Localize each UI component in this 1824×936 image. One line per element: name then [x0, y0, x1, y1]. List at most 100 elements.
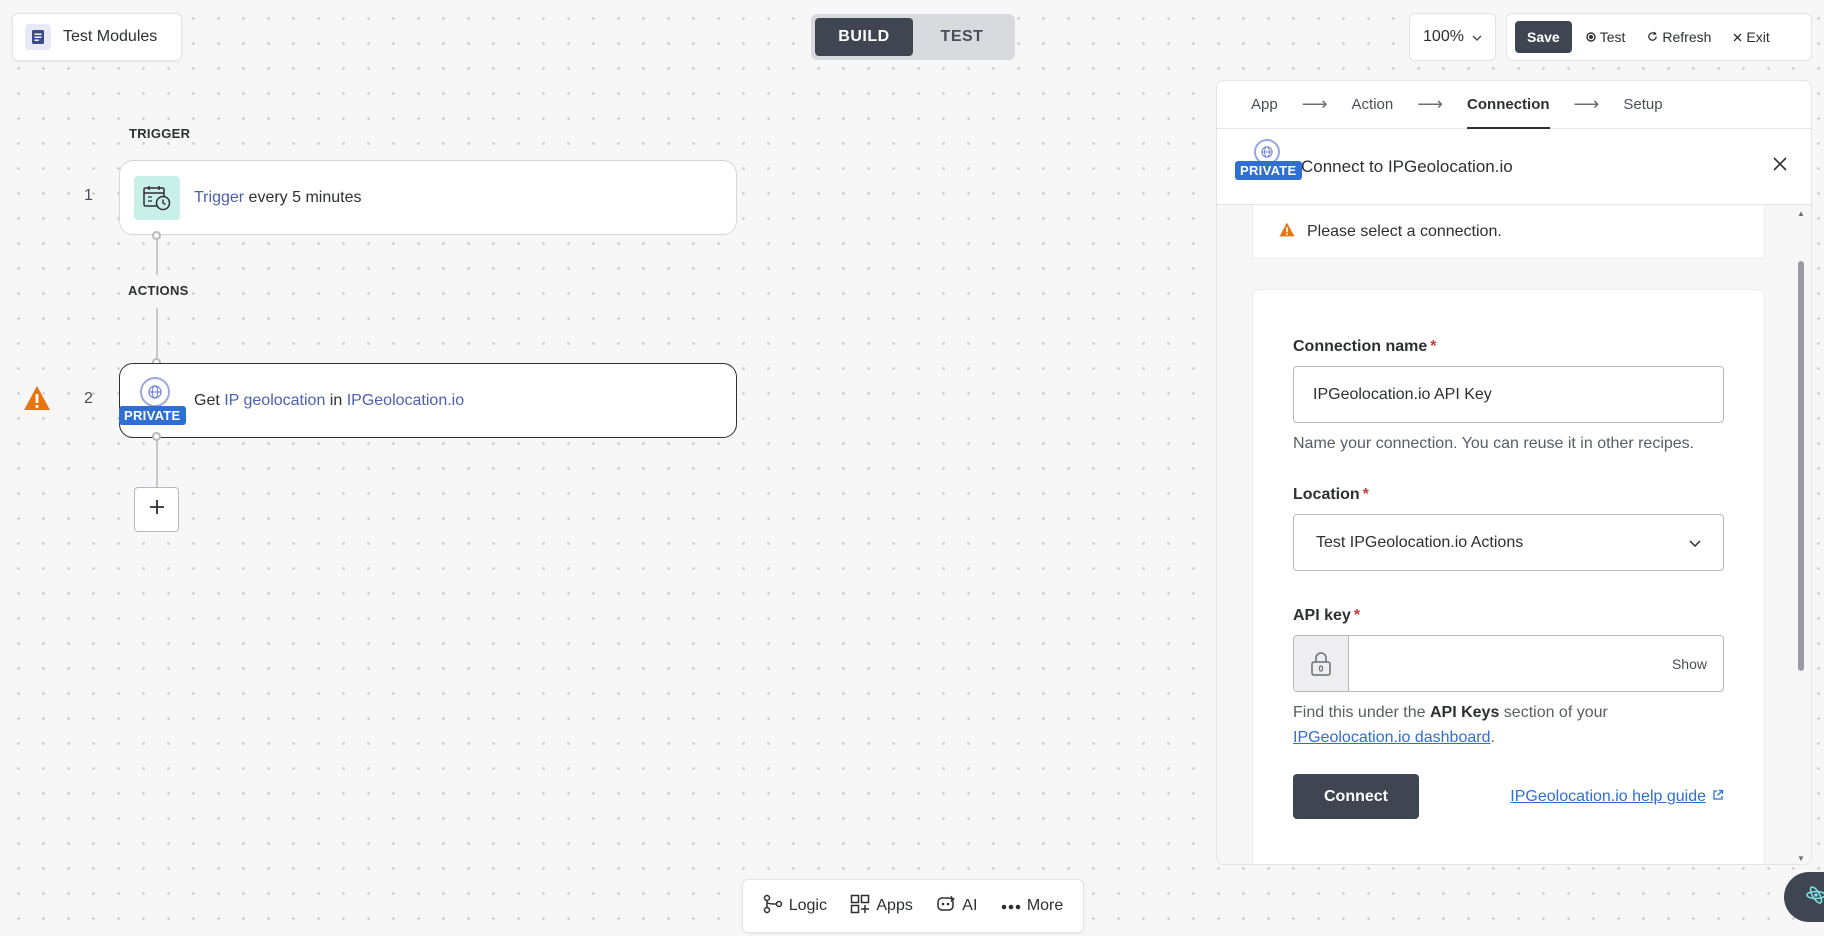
connect-row: Connect IPGeolocation.io help guide — [1293, 774, 1724, 819]
more-label: More — [1026, 897, 1064, 914]
record-icon — [1586, 29, 1596, 45]
required-mark: * — [1353, 607, 1361, 624]
wizard-step-setup[interactable]: Setup — [1623, 81, 1662, 129]
logic-button[interactable]: Logic — [763, 894, 827, 919]
warning-icon — [1279, 222, 1295, 242]
action-link[interactable]: IP geolocation — [224, 392, 325, 410]
more-dots-icon — [1001, 897, 1021, 915]
wizard-step-app[interactable]: App — [1251, 81, 1278, 129]
wizard-step-action[interactable]: Action — [1352, 81, 1394, 129]
apps-button[interactable]: Apps — [850, 894, 913, 919]
arrow-right-icon: ⟶ — [1573, 94, 1600, 114]
step-number-1: 1 — [84, 187, 93, 204]
bottom-toolbar: Logic Apps AI More — [742, 879, 1084, 933]
private-badge: PRIVATE — [119, 406, 186, 425]
trigger-description: every 5 minutes — [244, 188, 362, 206]
api-key-field: Show — [1293, 635, 1724, 692]
alert-text: Please select a connection. — [1307, 222, 1502, 240]
save-button[interactable]: Save — [1515, 21, 1572, 53]
connector-dot — [152, 432, 161, 441]
globe-icon — [140, 377, 170, 407]
action-step-card[interactable]: Get IP geolocation in IPGeolocation.io — [119, 363, 737, 438]
private-badge: PRIVATE — [1235, 161, 1302, 180]
scrollbar-thumb[interactable] — [1798, 261, 1804, 671]
arrow-right-icon: ⟶ — [1417, 94, 1444, 114]
connection-panel: App ⟶ Action ⟶ Connection ⟶ Setup PRIVAT… — [1216, 80, 1812, 865]
location-label-text: Location — [1293, 486, 1360, 503]
refresh-icon — [1647, 29, 1658, 45]
actions-section-label: ACTIONS — [128, 283, 189, 298]
panel-scrollbar[interactable]: ▲ ▼ — [1797, 209, 1805, 863]
api-key-label-text: API key — [1293, 607, 1351, 624]
chevron-down-icon — [1689, 534, 1701, 552]
ai-button[interactable]: AI — [936, 894, 977, 919]
trigger-section-label: TRIGGER — [129, 126, 191, 141]
apps-icon — [850, 894, 870, 919]
help-guide-label: IPGeolocation.io help guide — [1510, 787, 1706, 805]
logic-icon — [763, 894, 783, 919]
step-number-2: 2 — [84, 390, 93, 407]
help-guide-link[interactable]: IPGeolocation.io help guide — [1510, 788, 1724, 806]
panel-body: Please select a connection. Connection n… — [1217, 205, 1811, 864]
mode-toggle: BUILD TEST — [811, 14, 1015, 60]
refresh-label: Refresh — [1662, 29, 1712, 45]
chevron-down-icon — [1472, 28, 1482, 46]
recipe-actions: Save Test Refresh Exit — [1506, 13, 1812, 61]
connection-form: Connection name * IPGeolocation.io API Ke… — [1252, 289, 1765, 864]
atom-icon — [1806, 885, 1824, 910]
app-logo: PRIVATE — [1235, 139, 1302, 189]
action-mid: in — [325, 391, 347, 409]
scroll-down-icon[interactable]: ▼ — [1797, 854, 1805, 863]
exit-button[interactable]: Exit — [1725, 29, 1777, 45]
recipe-title-chip[interactable]: Test Modules — [12, 13, 182, 61]
arrow-right-icon: ⟶ — [1301, 94, 1328, 114]
api-key-hint-end: . — [1490, 729, 1495, 746]
connect-button[interactable]: Connect — [1293, 774, 1419, 819]
connector-line — [156, 438, 158, 488]
connection-name-label-text: Connection name — [1293, 338, 1428, 355]
logic-label: Logic — [788, 897, 827, 914]
apps-label: Apps — [876, 897, 913, 914]
api-key-hint-text: Find this under the — [1293, 704, 1430, 721]
connector-dot — [152, 231, 161, 240]
connector-line — [156, 235, 158, 275]
trigger-step-card[interactable]: Trigger every 5 minutes — [119, 160, 737, 235]
lock-icon — [1294, 636, 1349, 691]
api-key-hint: Find this under the API Keys section of … — [1293, 700, 1724, 750]
dashboard-link[interactable]: IPGeolocation.io dashboard — [1293, 729, 1490, 746]
external-link-icon — [1712, 788, 1724, 806]
trigger-link[interactable]: Trigger — [194, 189, 244, 207]
zoom-dropdown[interactable]: 100% — [1409, 13, 1496, 61]
build-tab[interactable]: BUILD — [815, 18, 913, 56]
api-key-input[interactable] — [1349, 636, 1672, 691]
more-button[interactable]: More — [1001, 897, 1063, 915]
refresh-button[interactable]: Refresh — [1639, 29, 1719, 45]
api-key-hint-text: section of your — [1499, 704, 1608, 721]
app-link[interactable]: IPGeolocation.io — [347, 392, 464, 410]
connection-name-label: Connection name * — [1293, 338, 1724, 356]
test-tab[interactable]: TEST — [913, 18, 1011, 56]
plus-icon — [149, 499, 165, 520]
add-step-button[interactable] — [134, 487, 179, 532]
connector-line — [156, 308, 158, 358]
wizard-steps: App ⟶ Action ⟶ Connection ⟶ Setup — [1217, 81, 1811, 129]
warning-icon — [23, 385, 51, 416]
connection-alert: Please select a connection. — [1252, 205, 1765, 259]
test-button[interactable]: Test — [1578, 29, 1634, 45]
ai-label: AI — [962, 897, 978, 914]
close-icon[interactable] — [1773, 157, 1787, 176]
exit-label: Exit — [1746, 29, 1770, 45]
location-value: Test IPGeolocation.io Actions — [1316, 533, 1524, 551]
ai-icon — [936, 894, 956, 919]
scroll-up-icon[interactable]: ▲ — [1797, 209, 1805, 218]
wizard-step-connection[interactable]: Connection — [1467, 81, 1550, 129]
location-select[interactable]: Test IPGeolocation.io Actions — [1293, 514, 1724, 571]
api-key-label: API key * — [1293, 607, 1724, 625]
assistant-button[interactable] — [1784, 872, 1824, 922]
connection-name-input[interactable]: IPGeolocation.io API Key — [1293, 366, 1724, 423]
required-mark: * — [1430, 338, 1437, 355]
connection-name-hint: Name your connection. You can reuse it i… — [1293, 435, 1695, 452]
document-icon — [25, 24, 51, 50]
panel-title: Connect to IPGeolocation.io — [1301, 156, 1513, 176]
show-api-key-button[interactable]: Show — [1672, 656, 1723, 672]
